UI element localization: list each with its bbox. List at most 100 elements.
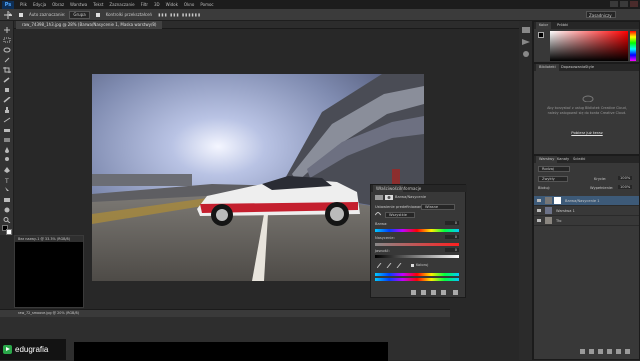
hue-slider[interactable]	[375, 229, 459, 232]
history-icon[interactable]	[522, 27, 530, 33]
lightness-slider[interactable]	[375, 255, 459, 258]
lightness-value[interactable]: 0	[445, 248, 459, 252]
brush-presets-icon[interactable]	[522, 51, 530, 57]
tab-info[interactable]: Informacje	[397, 185, 424, 192]
menu-item-filter[interactable]: Filtr	[141, 2, 148, 7]
quick-select-tool-icon[interactable]	[3, 57, 11, 63]
pen-tool-icon[interactable]	[3, 167, 11, 173]
lasso-tool-icon[interactable]	[3, 47, 11, 53]
eyedropper-tool-icon[interactable]	[3, 77, 11, 83]
path-selection-tool-icon[interactable]	[3, 187, 11, 193]
zoom-tool-icon[interactable]	[3, 217, 11, 223]
hand-tool-icon[interactable]	[3, 207, 11, 213]
menu-item-type[interactable]: Tekst	[93, 2, 103, 7]
layer-name[interactable]: Tło	[556, 219, 561, 223]
move-tool-icon[interactable]	[3, 10, 13, 19]
align-icons[interactable]: ▮▮▮ ▮▮▮ ▮▮▮▮▮▮	[158, 12, 201, 17]
menu-item-image[interactable]: Obraz	[52, 2, 64, 7]
move-tool-icon[interactable]	[3, 27, 11, 33]
hue-strip[interactable]	[630, 31, 636, 61]
on-image-adjust-icon[interactable]	[375, 212, 381, 217]
layer-name[interactable]: Warstwa 1	[556, 209, 575, 213]
third-document-tab[interactable]: raw_72_smoove.jpg @ 20% (RGB/8)	[0, 310, 450, 317]
panel-footer-icons[interactable]	[411, 290, 463, 295]
eraser-tool-icon[interactable]	[3, 127, 11, 133]
blur-tool-icon[interactable]	[3, 147, 11, 153]
color-range-bar-top	[375, 273, 459, 276]
hue-value[interactable]: 0	[445, 221, 459, 225]
get-now-link[interactable]: Pobierz już teraz	[564, 130, 610, 135]
colorize-checkbox[interactable]	[411, 264, 414, 267]
menu-item-help[interactable]: Pomoc	[200, 2, 213, 7]
type-tool-icon[interactable]: T	[3, 177, 11, 183]
mask-icon[interactable]	[385, 195, 393, 200]
auto-select-checkbox[interactable]	[19, 12, 23, 17]
channel-dropdown[interactable]: Wszystkie	[385, 212, 415, 218]
creative-cloud-icon	[582, 95, 594, 102]
layer-row-background[interactable]: Tło	[534, 216, 639, 226]
auto-select-dropdown[interactable]: Grupa	[69, 10, 90, 19]
menu-item-3d[interactable]: 3D	[154, 2, 160, 7]
menu-bar: Ps Plik Edycja Obraz Warstwa Tekst Zazna…	[0, 0, 640, 9]
menu-item-view[interactable]: Widok	[166, 2, 178, 7]
third-document-canvas[interactable]	[74, 342, 388, 361]
tab-swatches[interactable]: Próbki	[554, 22, 571, 29]
crop-tool-icon[interactable]	[3, 67, 11, 73]
actions-icon[interactable]	[522, 39, 530, 45]
shape-tool-icon[interactable]	[3, 197, 11, 203]
layer-filter-dropdown[interactable]: Rodzaj	[538, 166, 570, 172]
healing-brush-tool-icon[interactable]	[3, 87, 11, 93]
menu-item-edit[interactable]: Edycja	[33, 2, 46, 7]
blend-mode-dropdown[interactable]: Zwykły	[538, 176, 568, 182]
layer-mask-thumbnail[interactable]	[554, 197, 561, 204]
layer-row-layer-1[interactable]: Warstwa 1	[534, 206, 639, 216]
brand-name: edugrafia	[15, 345, 49, 354]
saturation-slider[interactable]	[375, 243, 459, 246]
second-document-tab[interactable]: Bez nazwy-1 @ 33.3% (RGB/8)	[15, 236, 83, 242]
marquee-tool-icon[interactable]	[3, 37, 11, 43]
document-tab-bar: raw_74398_1h3.jpg @ 28% (Barwa/Nasycenie…	[14, 21, 519, 29]
properties-panel-header: Właściwości Informacje	[371, 185, 467, 192]
minimize-button[interactable]	[610, 1, 618, 7]
hue-label: Barwa:	[375, 222, 388, 226]
document-tab[interactable]: raw_74398_1h3.jpg @ 28% (Barwa/Nasycenie…	[16, 21, 163, 29]
layer-thumbnail	[545, 217, 552, 224]
tools-panel: T	[0, 21, 14, 235]
layers-footer-icons[interactable]	[580, 349, 636, 354]
color-range-bar-bottom	[375, 278, 459, 281]
visibility-eye-icon[interactable]	[537, 219, 541, 222]
visibility-eye-icon[interactable]	[537, 199, 541, 202]
menu-item-layer[interactable]: Warstwa	[70, 2, 87, 7]
svg-text:T: T	[4, 178, 9, 183]
dodge-tool-icon[interactable]	[3, 157, 11, 163]
tab-libraries[interactable]: Biblioteki	[536, 64, 559, 71]
saturation-value[interactable]: 0	[445, 235, 459, 239]
fill-value[interactable]: 100%	[618, 185, 633, 189]
opacity-value[interactable]: 100%	[618, 176, 633, 180]
close-button[interactable]	[630, 1, 638, 7]
menu-item-window[interactable]: Okno	[184, 2, 194, 7]
color-picker-field[interactable]	[550, 31, 628, 61]
color-panel-foreground-swatch[interactable]	[538, 32, 544, 38]
maximize-button[interactable]	[620, 1, 628, 7]
tab-paths[interactable]: Ścieżki	[570, 156, 588, 163]
preset-dropdown[interactable]: Własne	[421, 204, 455, 210]
clone-stamp-tool-icon[interactable]	[3, 107, 11, 113]
gradient-tool-icon[interactable]	[3, 137, 11, 143]
menu-item-select[interactable]: Zaznaczanie	[109, 2, 134, 7]
visibility-eye-icon[interactable]	[537, 209, 541, 212]
collapsed-panel-icons	[519, 21, 533, 360]
brush-tool-icon[interactable]	[3, 97, 11, 103]
workspace-dropdown[interactable]: Zasadniczy	[586, 11, 616, 18]
menu-item-file[interactable]: Plik	[20, 2, 27, 7]
tab-styles[interactable]: Style	[582, 64, 597, 71]
history-brush-tool-icon[interactable]	[3, 117, 11, 123]
layer-name[interactable]: Barwa/Nasycenie 1	[565, 199, 600, 203]
eyedropper-icons[interactable]	[377, 263, 407, 268]
layer-row-hue-saturation[interactable]: Barwa/Nasycenie 1	[534, 196, 639, 206]
background-color-swatch[interactable]	[6, 229, 12, 235]
photoshop-logo: Ps	[2, 0, 14, 9]
window-controls	[610, 1, 638, 8]
tab-color[interactable]: Kolor	[536, 22, 552, 29]
transform-controls-checkbox[interactable]	[95, 12, 100, 17]
